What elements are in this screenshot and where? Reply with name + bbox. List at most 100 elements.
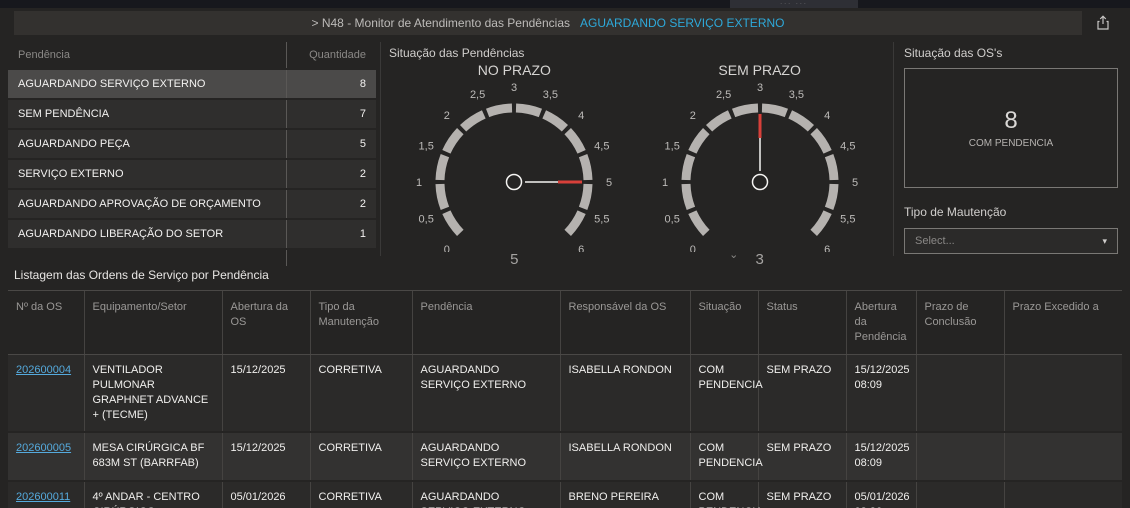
svg-text:5: 5 [852, 177, 858, 189]
maintenance-type-select[interactable]: Select... ▾ [904, 228, 1118, 254]
pendencia-row-label: SERVIÇO EXTERNO [18, 168, 124, 180]
os-column-header[interactable]: Situação [690, 291, 759, 355]
pendencia-row[interactable]: SEM PENDÊNCIA 7 [8, 100, 376, 128]
pendencia-row-qty: 2 [286, 190, 376, 218]
export-button[interactable] [1082, 11, 1124, 35]
svg-text:3,5: 3,5 [543, 89, 558, 101]
scroll-down-indicator[interactable]: ⌄ [729, 250, 738, 261]
os-column-header[interactable]: Nº da OS [8, 291, 85, 355]
os-table-cell: 05/01/2026 [222, 480, 311, 508]
svg-text:0,5: 0,5 [664, 213, 679, 225]
active-filter-value[interactable]: AGUARDANDO SERVIÇO EXTERNO [580, 16, 784, 30]
gauge-chart: 0 0,5 1 1,5 2 2,5 3 3,5 4 4,5 5 5,5 6 [416, 82, 612, 256]
svg-text:4: 4 [578, 110, 584, 122]
os-table-cell [1004, 480, 1122, 508]
header: > N48 - Monitor de Atendimento das Pendê… [0, 10, 1130, 36]
os-table-cell: 202600011 [8, 480, 85, 508]
os-status-value: 8 [1004, 107, 1018, 134]
os-column-header[interactable]: Status [758, 291, 847, 355]
os-table: Nº da OS Equipamento/Setor Abertura da OS T… [8, 291, 1122, 508]
svg-text:5,5: 5,5 [840, 213, 855, 225]
gauge-value: 3 [755, 251, 764, 268]
svg-text:1,5: 1,5 [664, 141, 679, 153]
os-table-cell: 202600005 [8, 432, 85, 482]
os-table-body: 202600004 VENTILADOR PULMONAR GRAPHNET AD… [8, 354, 1122, 508]
os-number-link[interactable]: 202600011 [16, 491, 70, 503]
os-table-cell: BRENO PEREIRA [560, 480, 691, 508]
os-status-label: COM PENDENCIA [968, 138, 1054, 149]
os-table-cell: SEM PRAZO [758, 432, 847, 482]
gauges-row: NO PRAZO 0 0,5 1 1,5 2 2,5 3 3,5 4 4,5 5 5,5 6 5 SEM PR… [389, 62, 885, 268]
os-table-cell [1004, 432, 1122, 482]
svg-text:5,5: 5,5 [594, 213, 609, 225]
os-table-cell: CORRETIVA [310, 354, 413, 434]
svg-text:4,5: 4,5 [840, 141, 855, 153]
os-table-cell: CORRETIVA [310, 432, 413, 482]
pendencia-row-label: SEM PENDÊNCIA [18, 108, 110, 120]
svg-text:6: 6 [578, 244, 584, 252]
page-title: > N48 - Monitor de Atendimento das Pendê… [311, 16, 571, 30]
os-column-header[interactable]: Prazo Excedido a [1004, 291, 1122, 355]
svg-text:2,5: 2,5 [470, 89, 485, 101]
gauge-sem-prazo[interactable]: SEM PRAZO 0 0,5 1 1,5 2 2,5 3 3,5 4 4,5 5 5,5 6 3 [640, 62, 880, 268]
os-table-cell: SEM PRAZO [758, 354, 847, 434]
svg-text:0: 0 [444, 244, 450, 252]
os-column-header[interactable]: Responsável da OS [560, 291, 691, 355]
pendencia-column-header[interactable]: Pendência [8, 42, 286, 68]
os-table-cell: ISABELLA RONDON [560, 354, 691, 434]
os-column-header[interactable]: Abertura da Pendência [846, 291, 917, 355]
os-table-cell: 15/12/2025 08:09 [846, 432, 917, 482]
os-column-header[interactable]: Equipamento/Setor [84, 291, 223, 355]
gauges-panel-title: Situação das Pendências [389, 46, 525, 60]
os-list-section: Listagem das Ordens de Serviço por Pendê… [8, 264, 1122, 508]
os-number-link[interactable]: 202600004 [16, 364, 71, 376]
gauges-panel: Situação das Pendências NO PRAZO 0 0,5 1 1,5… [380, 42, 894, 268]
pendencia-row-label: AGUARDANDO PEÇA [18, 138, 130, 150]
os-table-cell [1004, 354, 1122, 434]
os-column-header[interactable]: Pendência [412, 291, 561, 355]
os-column-header[interactable]: Tipo da Manutenção [310, 291, 413, 355]
svg-text:3: 3 [757, 82, 763, 94]
quantidade-column-header[interactable]: Quantidade [286, 42, 376, 68]
pendencia-row[interactable]: AGUARDANDO SERVIÇO EXTERNO 8 [8, 70, 376, 98]
svg-text:1: 1 [416, 177, 422, 189]
os-table-cell: SEM PRAZO [758, 480, 847, 508]
os-table-cell: VENTILADOR PULMONAR GRAPHNET ADVANCE + (… [84, 354, 223, 434]
pendencia-row-label: AGUARDANDO SERVIÇO EXTERNO [18, 78, 206, 90]
svg-text:1: 1 [662, 177, 668, 189]
os-table-cell: 15/12/2025 08:09 [846, 354, 917, 434]
svg-text:4,5: 4,5 [594, 141, 609, 153]
os-list-title: Listagem das Ordens de Serviço por Pendê… [8, 264, 1122, 291]
pendencia-row-label: AGUARDANDO LIBERAÇÃO DO SETOR [18, 228, 224, 240]
os-table-cell: MESA CIRÚRGICA BF 683M ST (BARRFAB) [84, 432, 223, 482]
svg-text:3,5: 3,5 [788, 89, 803, 101]
title-bar: > N48 - Monitor de Atendimento das Pendê… [14, 11, 1082, 35]
drag-handle[interactable]: ··· ··· [730, 0, 858, 8]
pendencia-row[interactable]: AGUARDANDO PEÇA 5 [8, 130, 376, 158]
os-number-link[interactable]: 202600005 [16, 442, 71, 454]
pendencia-table-filler [8, 250, 376, 266]
os-status-card[interactable]: 8 COM PENDENCIA [904, 68, 1118, 188]
os-table-row: 202600011 4º ANDAR - CENTRO CIRÚRGICO ESP… [8, 480, 1122, 508]
select-placeholder: Select... [915, 235, 955, 247]
pendencia-row[interactable]: SERVIÇO EXTERNO 2 [8, 160, 376, 188]
os-column-header[interactable]: Abertura da OS [222, 291, 311, 355]
os-table-cell: COM PENDENCIA [690, 354, 763, 434]
svg-text:3: 3 [511, 82, 517, 94]
dashboard-page: ··· ··· > N48 - Monitor de Atendimento d… [0, 0, 1130, 508]
os-column-header[interactable]: Prazo de Conclusão [916, 291, 1005, 355]
svg-text:4: 4 [824, 110, 830, 122]
os-table-cell [916, 432, 1005, 482]
gauge-no-prazo[interactable]: NO PRAZO 0 0,5 1 1,5 2 2,5 3 3,5 4 4,5 5 5,5 6 5 [394, 62, 634, 268]
os-table-cell [916, 354, 1005, 434]
os-table-cell: COM PENDENCIA [690, 480, 763, 508]
svg-text:0: 0 [689, 244, 695, 252]
top-strip: ··· ··· [0, 0, 1130, 8]
os-table-cell: 4º ANDAR - CENTRO CIRÚRGICO ESPECIALIDAD… [84, 480, 223, 508]
svg-text:2: 2 [689, 110, 695, 122]
svg-text:6: 6 [824, 244, 830, 252]
pendencia-row[interactable]: AGUARDANDO APROVAÇÃO DE ORÇAMENTO 2 [8, 190, 376, 218]
svg-text:1,5: 1,5 [419, 141, 434, 153]
os-status-title: Situação das OS's [904, 46, 1003, 60]
pendencia-row[interactable]: AGUARDANDO LIBERAÇÃO DO SETOR 1 [8, 220, 376, 248]
